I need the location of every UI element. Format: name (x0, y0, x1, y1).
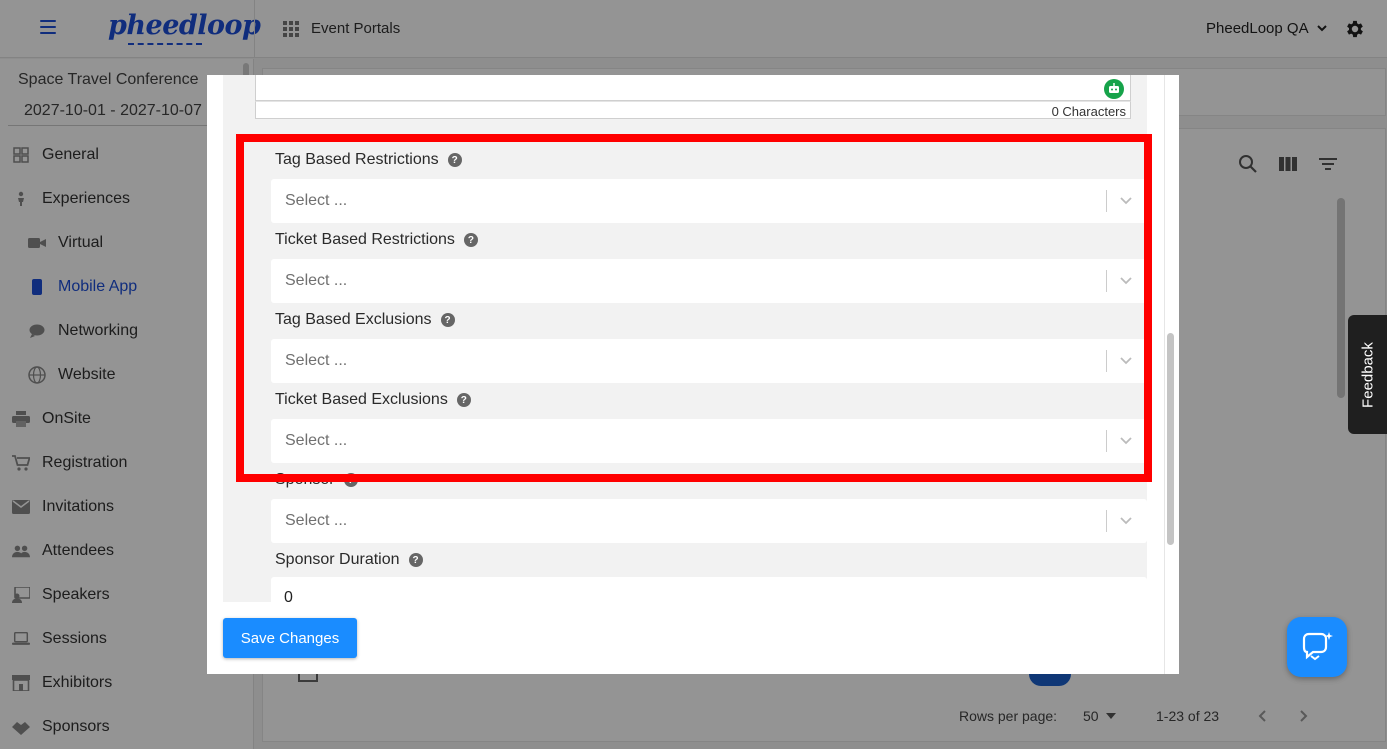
help-icon[interactable]: ? (408, 553, 423, 567)
chat-bubble-icon (1302, 632, 1333, 661)
ai-assist-icon[interactable] (1104, 79, 1124, 99)
chevron-down-icon[interactable] (1119, 515, 1133, 527)
sponsor-duration-value: 0 (284, 589, 293, 602)
modal-scroll-track (1164, 75, 1165, 674)
character-count: 0 Characters (1051, 104, 1126, 119)
chat-support-button[interactable] (1287, 617, 1347, 677)
sponsor-select[interactable]: Select ... (271, 499, 1147, 543)
field-label-text: Sponsor Duration (275, 551, 400, 568)
feedback-label: Feedback (1359, 341, 1376, 408)
save-changes-button[interactable]: Save Changes (223, 618, 357, 658)
description-textarea[interactable] (255, 75, 1131, 101)
select-separator (1106, 510, 1107, 532)
feedback-tab[interactable]: Feedback (1348, 315, 1387, 434)
sponsor-duration-input[interactable]: 0 (271, 577, 1147, 602)
textarea-resize-bar[interactable]: 0 Characters (255, 101, 1131, 119)
highlight-box (236, 134, 1152, 482)
modal-scrollbar[interactable] (1167, 333, 1174, 545)
sponsor-duration-label: Sponsor Duration ? (275, 551, 423, 569)
select-placeholder: Select ... (285, 512, 348, 529)
